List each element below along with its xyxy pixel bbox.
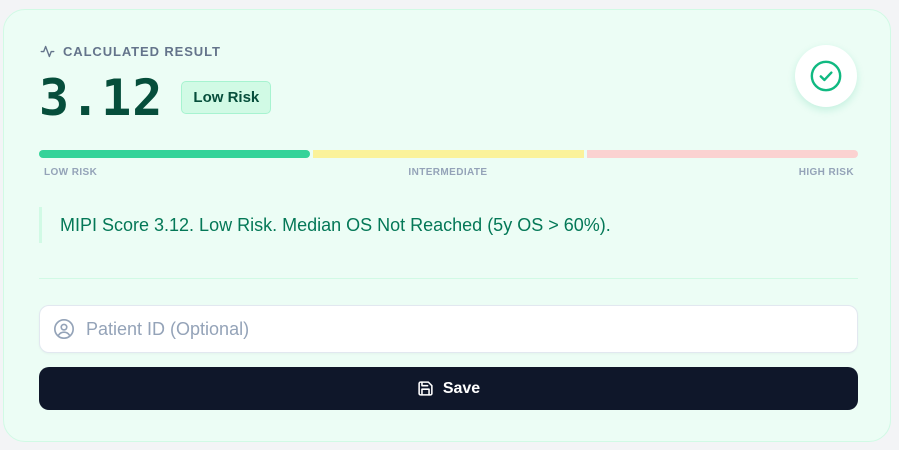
save-button[interactable]: Save: [39, 367, 858, 410]
save-icon: [417, 380, 434, 397]
risk-badge: Low Risk: [181, 80, 272, 114]
check-circle-icon: [795, 45, 857, 107]
risk-label-low: LOW RISK: [44, 167, 98, 178]
risk-bar-intermediate-segment: [313, 150, 584, 158]
risk-bar-labels: LOW RISK INTERMEDIATE HIGH RISK: [44, 167, 854, 178]
risk-bar-high-segment: [587, 150, 858, 158]
risk-bar-low-segment: [39, 150, 310, 158]
save-button-label: Save: [442, 379, 481, 397]
result-header: CALCULATED RESULT: [40, 44, 221, 59]
interpretation-text: MIPI Score 3.12. Low Risk. Median OS Not…: [39, 207, 611, 243]
divider: [39, 278, 858, 279]
score-value: 3.12: [39, 69, 164, 127]
result-label: CALCULATED RESULT: [63, 44, 221, 59]
risk-label-intermediate: INTERMEDIATE: [408, 167, 488, 178]
patient-id-field[interactable]: [39, 305, 858, 353]
activity-icon: [40, 44, 55, 59]
risk-bar: [39, 150, 858, 158]
risk-label-high: HIGH RISK: [798, 167, 854, 178]
score-row: 3.12 Low Risk: [39, 69, 272, 127]
patient-id-input[interactable]: [84, 317, 828, 341]
result-card: CALCULATED RESULT 3.12 Low Risk LOW RISK…: [3, 9, 891, 442]
user-circle-icon: [53, 318, 75, 340]
